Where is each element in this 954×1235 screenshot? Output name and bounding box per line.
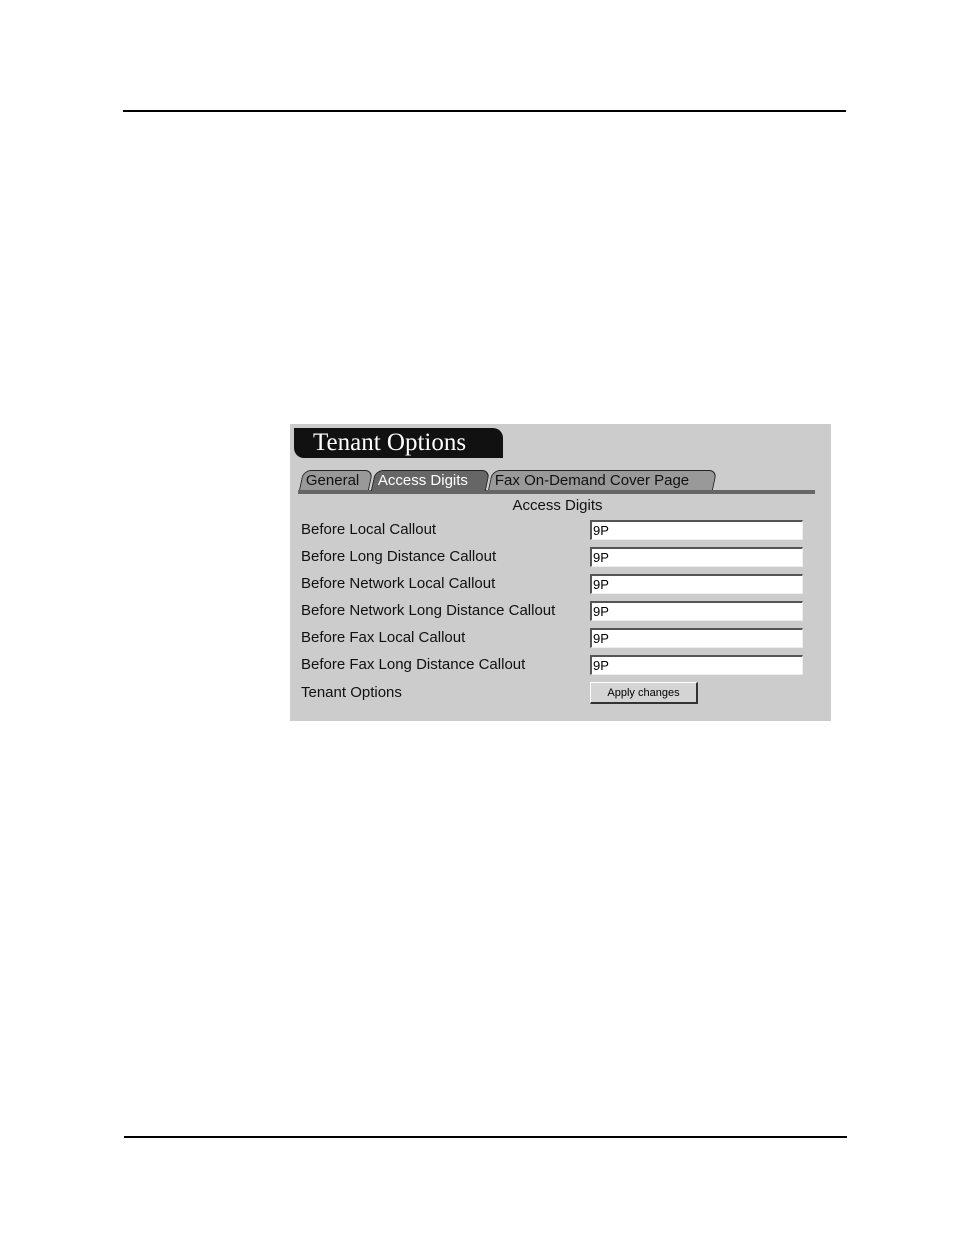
tab-fax-on-demand-cover-page[interactable]: Fax On-Demand Cover Page: [487, 470, 718, 491]
row-label: Before Fax Local Callout: [301, 629, 466, 646]
row-label: Before Fax Long Distance Callout: [301, 656, 526, 673]
tab-strip: General Access Digits Fax On-Demand Cove…: [298, 470, 816, 492]
apply-changes-button[interactable]: Apply changes: [590, 682, 698, 704]
tab-access-digits-label: Access Digits: [377, 472, 468, 489]
before-network-local-callout-input[interactable]: [590, 574, 803, 594]
row-label: Before Network Long Distance Callout: [301, 602, 556, 619]
before-fax-long-distance-callout-input[interactable]: [590, 655, 803, 675]
header-rule: [123, 110, 846, 112]
before-local-callout-input[interactable]: [590, 520, 803, 540]
tab-general[interactable]: General: [298, 470, 374, 491]
footer-rule: [124, 1136, 847, 1138]
before-network-long-distance-callout-input[interactable]: [590, 601, 803, 621]
before-fax-local-callout-input[interactable]: [590, 628, 803, 648]
row-label: Before Network Local Callout: [301, 575, 496, 592]
tenant-options-panel: Tenant Options General Access Digits Fax…: [290, 424, 831, 721]
tab-fax-label: Fax On-Demand Cover Page: [494, 472, 690, 489]
section-heading: Access Digits: [512, 497, 603, 514]
row-label: Before Local Callout: [301, 521, 437, 538]
before-long-distance-callout-input[interactable]: [590, 547, 803, 567]
footer-label: Tenant Options: [301, 684, 402, 701]
tab-access-digits[interactable]: Access Digits: [370, 470, 491, 491]
tab-general-label: General: [305, 472, 360, 489]
panel-title: Tenant Options: [313, 429, 467, 456]
panel-title-banner: Tenant Options: [294, 428, 503, 458]
row-label: Before Long Distance Callout: [301, 548, 497, 565]
